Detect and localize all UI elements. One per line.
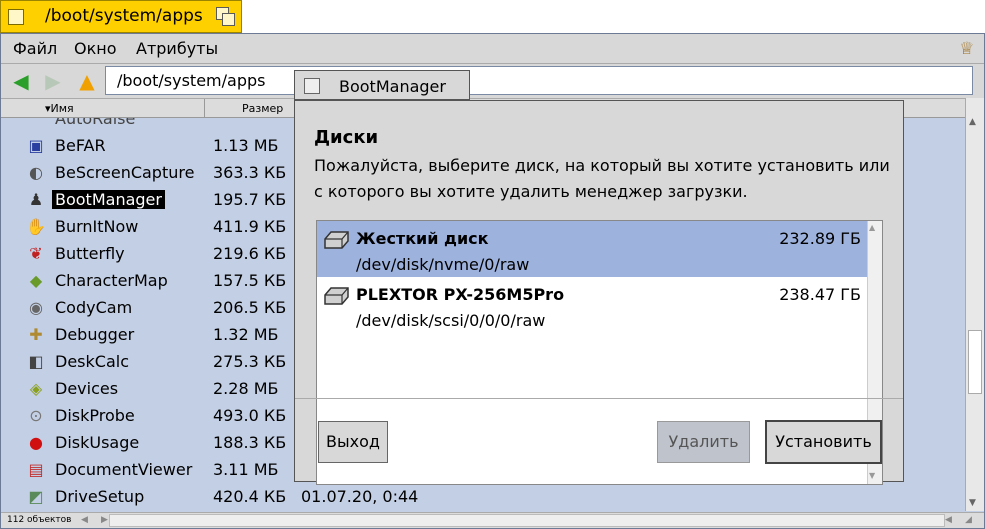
zoom-icon-front: [222, 13, 235, 26]
file-size: 206.5 КБ: [213, 298, 287, 317]
drivesetup-icon: ◩: [28, 487, 44, 506]
file-name: DeskCalc: [55, 352, 129, 371]
diskprobe-icon: ⊙: [29, 406, 43, 425]
horizontal-scrollbar[interactable]: [109, 514, 945, 527]
close-button[interactable]: [8, 9, 24, 25]
file-name: Devices: [55, 379, 119, 398]
file-name: DocumentViewer: [55, 460, 193, 479]
column-name-label: Имя: [50, 102, 74, 115]
file-name: CharacterMap: [55, 271, 168, 290]
diskusage-icon: ●: [29, 433, 43, 452]
file-name: CodyCam: [55, 298, 133, 317]
bootmanager-window-tab[interactable]: BootManager: [294, 70, 470, 100]
camera-icon: ◐: [29, 163, 43, 182]
file-name: DiskProbe: [55, 406, 135, 425]
menu-icon[interactable]: ♕: [959, 39, 974, 59]
file-name: DriveSetup: [55, 487, 145, 506]
tracker-window-tab[interactable]: /boot/system/apps: [0, 0, 242, 33]
bootmanager-dialog: Диски Пожалуйста, выберите диск, на кото…: [294, 100, 904, 485]
menu-window[interactable]: Окно: [74, 39, 117, 58]
disk-path: /dev/disk/nvme/0/raw: [356, 255, 530, 274]
file-size: 3.11 МБ: [213, 460, 279, 479]
document-icon: ▤: [28, 460, 44, 479]
quit-button[interactable]: Выход: [318, 421, 388, 463]
remove-button[interactable]: Удалить: [657, 421, 750, 463]
webcam-icon: ◉: [29, 298, 43, 317]
file-name: Debugger: [55, 325, 135, 344]
file-size: 493.0 КБ: [213, 406, 287, 425]
column-divider: [204, 99, 205, 119]
dialog-title: BootManager: [339, 77, 446, 96]
butterfly-icon: ❦: [29, 244, 43, 263]
zoom-button[interactable]: [216, 7, 236, 27]
status-bar: 112 объектов ◀ ▶ ◀ ◢: [1, 512, 984, 528]
charmap-icon: ◆: [29, 271, 43, 290]
column-size-header[interactable]: Размер: [242, 102, 283, 115]
scroll-down-icon[interactable]: ▼: [969, 498, 976, 508]
hscroll-left-icon[interactable]: ◀: [81, 515, 88, 525]
file-size: 411.9 КБ: [213, 217, 287, 236]
divider: [295, 398, 903, 399]
file-name: DiskUsage: [55, 433, 140, 452]
forward-arrow-icon[interactable]: ▶: [42, 71, 64, 91]
file-size: 275.3 КБ: [213, 352, 287, 371]
disk-name: Жесткий диск: [356, 229, 489, 248]
file-name: BeScreenCapture: [55, 163, 195, 182]
scroll-up-icon[interactable]: ▲: [969, 117, 976, 127]
hard-disk-icon: [322, 285, 350, 307]
file-size: 195.7 КБ: [213, 190, 287, 209]
file-name: BootManager: [52, 190, 165, 209]
up-arrow-icon[interactable]: ▲: [76, 71, 98, 91]
list-item[interactable]: ◩ DriveSetup 420.4 КБ 01.07.20, 0:44: [1, 484, 965, 511]
file-size: 1.13 МБ: [213, 136, 279, 155]
dialog-close-button[interactable]: [304, 78, 320, 94]
back-arrow-icon[interactable]: ◀: [10, 71, 32, 91]
file-size: 420.4 КБ: [213, 487, 287, 506]
window-title: /boot/system/apps: [45, 6, 203, 26]
file-size: 2.28 МБ: [213, 379, 279, 398]
path-input[interactable]: /boot/system/apps: [105, 66, 973, 95]
file-name: Butterfly: [55, 244, 125, 263]
hscroll-left2-icon[interactable]: ◀: [945, 515, 952, 525]
boot-icon: ♟: [28, 190, 44, 209]
scroll-up-icon[interactable]: ▲: [869, 223, 875, 232]
burn-icon: ✋: [26, 217, 46, 236]
disk-item[interactable]: Жесткий диск 232.89 ГБ/dev/disk/nvme/0/ra…: [317, 221, 867, 277]
hard-disk-icon: [322, 229, 350, 251]
menu-bar: Файл Окно Атрибуты ♕: [1, 34, 984, 64]
befar-icon: ▣: [28, 136, 44, 155]
disk-path: /dev/disk/scsi/0/0/0/raw: [356, 311, 546, 330]
file-name: BurnItNow: [55, 217, 139, 236]
menu-file[interactable]: Файл: [13, 39, 57, 58]
scroll-down-icon[interactable]: ▼: [869, 471, 875, 480]
disk-name: PLEXTOR PX-256M5Pro: [356, 285, 565, 304]
file-size: 363.3 КБ: [213, 163, 287, 182]
disk-size: 232.89 ГБ: [779, 229, 861, 248]
vertical-scrollbar[interactable]: ▲ ▼: [965, 98, 984, 511]
resize-grip-icon[interactable]: ◢: [965, 515, 972, 525]
calculator-icon: ◧: [28, 352, 44, 371]
dialog-heading: Диски: [314, 127, 379, 148]
menu-attributes[interactable]: Атрибуты: [136, 39, 218, 58]
file-date: 01.07.20, 0:44: [301, 487, 419, 506]
file-size: 157.5 КБ: [213, 271, 287, 290]
path-text: /boot/system/apps: [117, 71, 266, 90]
dialog-description: Пожалуйста, выберите диск, на который вы…: [314, 156, 890, 201]
file-size: 1.32 МБ: [213, 325, 279, 344]
navigation-bar: ◀ ▶ ▲ /boot/system/apps: [1, 64, 984, 98]
file-size: 219.6 КБ: [213, 244, 287, 263]
item-count: 112 объектов: [7, 515, 72, 525]
hscroll-right-icon[interactable]: ▶: [101, 515, 108, 525]
install-button[interactable]: Установить: [765, 420, 882, 464]
file-name: BeFAR: [55, 136, 106, 155]
debugger-icon: ✚: [29, 325, 43, 344]
scroll-thumb[interactable]: [968, 330, 982, 394]
column-name-header[interactable]: ▾Имя: [45, 102, 74, 115]
file-size: 188.3 КБ: [213, 433, 287, 452]
disk-item[interactable]: PLEXTOR PX-256M5Pro 238.47 ГБ/dev/disk/sc…: [317, 277, 867, 333]
devices-icon: ◈: [29, 379, 43, 398]
disk-size: 238.47 ГБ: [779, 285, 861, 304]
